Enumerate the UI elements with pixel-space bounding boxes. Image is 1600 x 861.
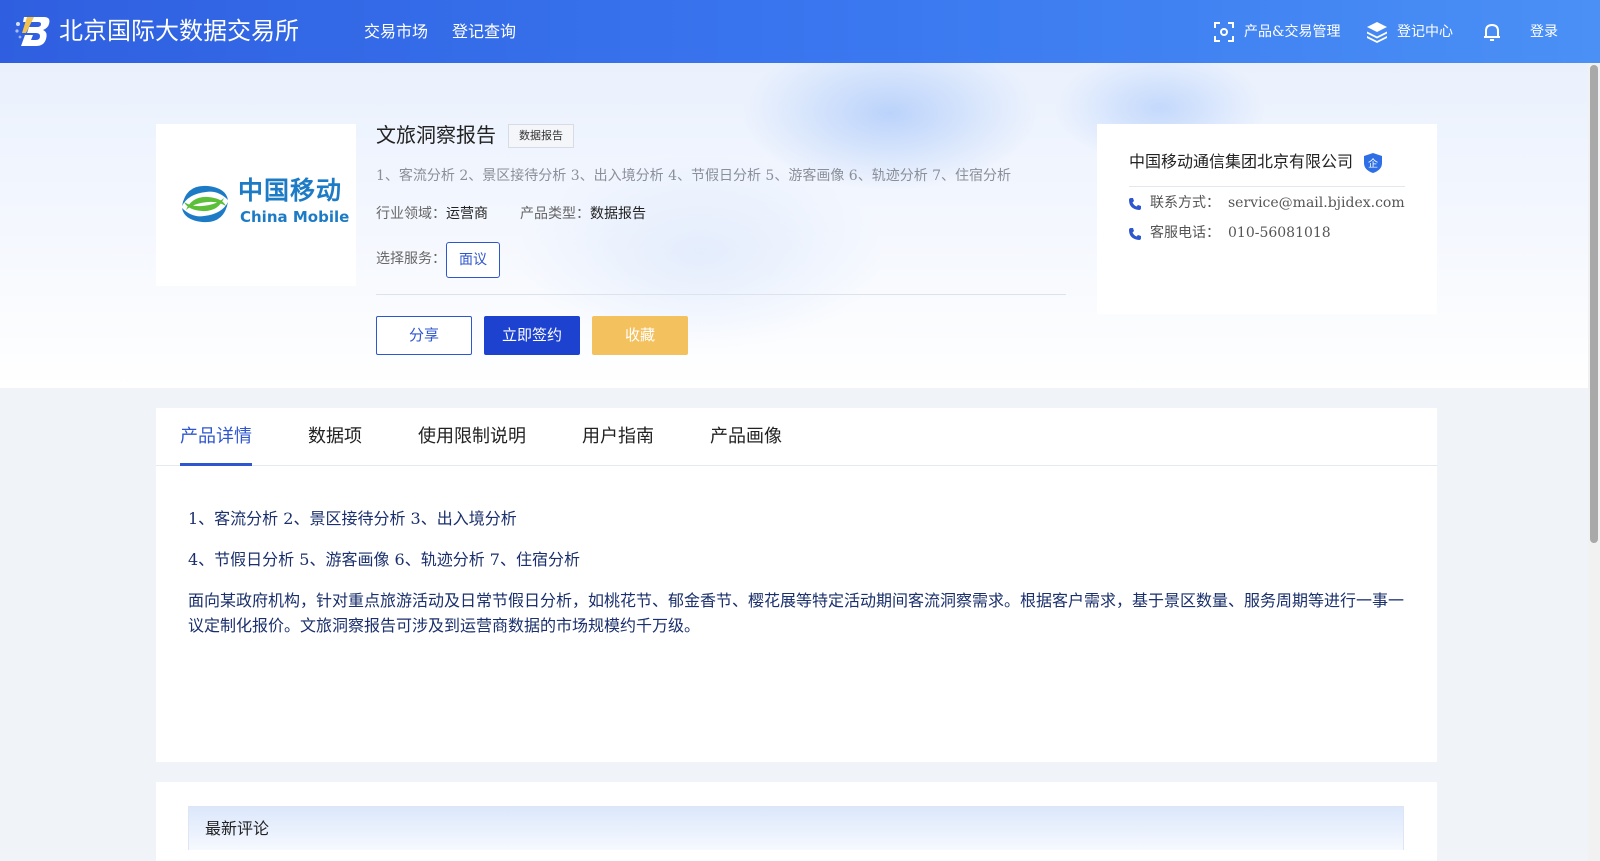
service-label: 选择服务：: [376, 251, 446, 267]
industry-value: 运营商: [446, 206, 488, 222]
service-option-negotiable[interactable]: 面议: [446, 242, 500, 278]
divider: [1129, 186, 1405, 187]
comments-panel: 最新评论: [156, 782, 1437, 861]
active-tab-indicator: [180, 463, 252, 466]
logo-text-en: China Mobile: [240, 208, 350, 226]
bell-icon[interactable]: [1480, 20, 1504, 44]
tab-product-profile[interactable]: 产品画像: [710, 424, 782, 450]
logo-text-cn: 中国移动: [238, 176, 343, 205]
brand-name[interactable]: 北京国际大数据交易所: [59, 15, 299, 47]
layers-icon[interactable]: [1365, 20, 1389, 44]
provider-logo-card: 中国移动 China Mobile: [156, 124, 356, 286]
detail-tabs: 产品详情 数据项 使用限制说明 用户指南 产品画像: [156, 408, 1437, 466]
comments-title: 最新评论: [205, 819, 270, 838]
nav-registration-query[interactable]: 登记查询: [452, 20, 516, 44]
enterprise-shield-icon: 企: [1364, 153, 1382, 173]
scan-frame-icon[interactable]: [1212, 20, 1236, 44]
tab-data-items[interactable]: 数据项: [308, 424, 362, 450]
product-type-tag: 数据报告: [508, 124, 574, 148]
nav-trading-market[interactable]: 交易市场: [364, 20, 428, 44]
product-type-value: 数据报告: [590, 206, 646, 222]
sign-now-button[interactable]: 立即签约: [484, 316, 580, 355]
product-detail-panel: 产品详情 数据项 使用限制说明 用户指南 产品画像 1、客流分析 2、景区接待分…: [156, 408, 1437, 762]
bjidex-logo-icon[interactable]: [14, 13, 52, 49]
top-nav-bar: 北京国际大数据交易所 交易市场 登记查询 产品&交易管理 登记中心 登录: [0, 0, 1600, 63]
detail-line-2: 4、节假日分析 5、游客画像 6、轨迹分析 7、住宿分析: [188, 550, 580, 569]
phone-icon: [1129, 228, 1141, 240]
product-description: 1、客流分析 2、景区接待分析 3、出入境分析 4、节假日分析 5、游客画像 6…: [376, 168, 1012, 184]
scrollbar-thumb[interactable]: [1590, 65, 1598, 543]
china-mobile-logo-icon: [182, 185, 228, 223]
share-button[interactable]: 分享: [376, 316, 472, 355]
tab-usage-restrictions[interactable]: 使用限制说明: [418, 424, 526, 450]
page-scrollbar[interactable]: [1588, 63, 1600, 861]
favorite-button[interactable]: 收藏: [592, 316, 688, 355]
shield-badge-text: 企: [1368, 157, 1378, 170]
detail-paragraph: 面向某政府机构，针对重点旅游活动及日常节假日分析，如桃花节、郁金香节、樱花展等特…: [188, 591, 1405, 635]
phone-icon: [1129, 198, 1141, 210]
detail-line-1: 1、客流分析 2、景区接待分析 3、出入境分析: [188, 509, 517, 528]
nav-registration-center[interactable]: 登记中心: [1397, 20, 1453, 44]
product-type-label: 产品类型：: [520, 206, 590, 222]
company-info-card: 中国移动通信集团北京有限公司 企 联系方式： service@mail.bjid…: [1097, 124, 1437, 314]
company-name[interactable]: 中国移动通信集团北京有限公司: [1129, 150, 1353, 174]
nav-product-trade-management[interactable]: 产品&交易管理: [1244, 20, 1340, 44]
tab-user-guide[interactable]: 用户指南: [582, 424, 654, 450]
phone-label: 客服电话：: [1150, 225, 1220, 241]
service-phone[interactable]: 010-56081018: [1228, 223, 1331, 243]
tab-product-details[interactable]: 产品详情: [180, 424, 252, 450]
contact-label: 联系方式：: [1150, 195, 1220, 211]
industry-label: 行业领域：: [376, 206, 446, 222]
divider: [376, 294, 1066, 295]
comments-header: 最新评论: [188, 806, 1404, 850]
login-link[interactable]: 登录: [1530, 20, 1558, 44]
contact-email[interactable]: service@mail.bjidex.com: [1228, 193, 1405, 213]
product-title: 文旅洞察报告: [376, 123, 496, 147]
